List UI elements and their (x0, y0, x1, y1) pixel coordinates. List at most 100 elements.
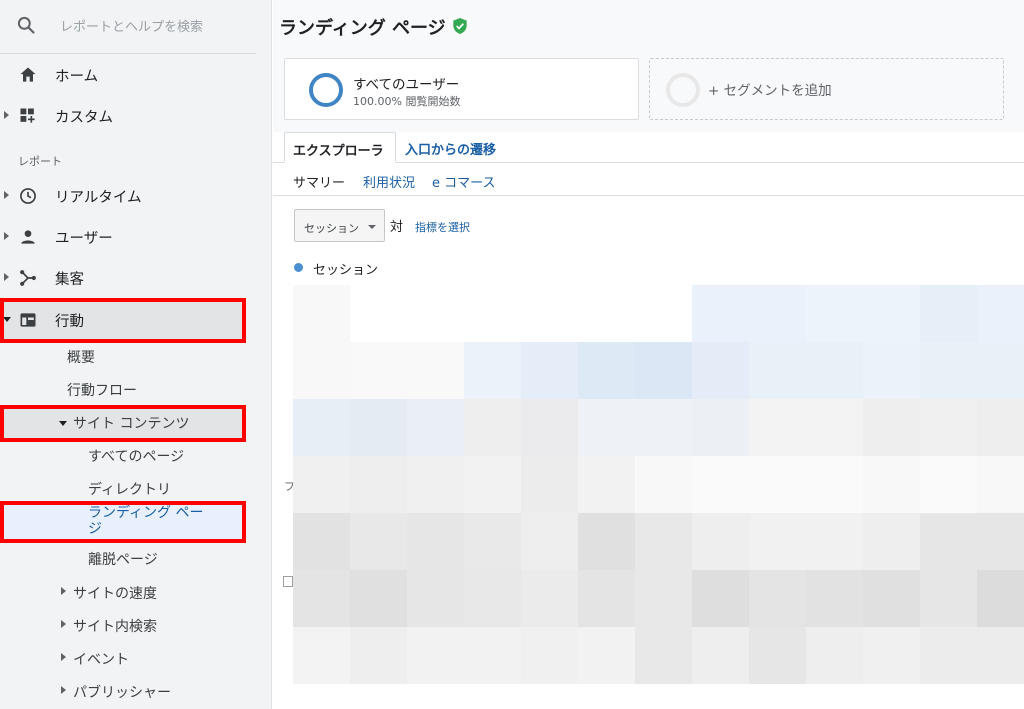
mosaic-cell (407, 285, 464, 342)
home-icon (20, 67, 36, 82)
mosaic-cell (293, 342, 350, 399)
mosaic-cell (350, 342, 407, 399)
mosaic-cell (863, 399, 920, 456)
mosaic-cell (464, 570, 521, 627)
mosaic-cell (806, 399, 863, 456)
sidebar-item-label: サイト内検索 (73, 619, 157, 635)
expand-arrow-icon (4, 191, 9, 199)
mosaic-cell (635, 570, 692, 627)
mosaic-cell (920, 342, 977, 399)
sidebar-item-realtime[interactable]: リアルタイム (0, 176, 256, 216)
sidebar-item-label: パブリッシャー (73, 685, 171, 701)
sidebar-item-exit-pages[interactable]: 離脱ページ (88, 549, 158, 569)
mosaic-cell (578, 627, 635, 684)
mosaic-cell (977, 570, 1024, 627)
tab-explorer[interactable]: エクスプローラ (284, 132, 396, 163)
sidebar-item-overview[interactable]: 概要 (67, 347, 95, 367)
mosaic-cell (749, 570, 806, 627)
mosaic-cell (863, 570, 920, 627)
subtab-ecommerce[interactable]: e コマース (432, 172, 495, 191)
report-search[interactable]: レポートとヘルプを検索 (0, 0, 256, 54)
select-metric-link[interactable]: 指標を選択 (415, 219, 470, 235)
sidebar-item-behavior-flow[interactable]: 行動フロー (67, 380, 137, 400)
subtab-summary[interactable]: サマリー (293, 172, 345, 191)
report-tabs: エクスプローラ 入口からの遷移 (273, 132, 1024, 163)
mosaic-cell (350, 399, 407, 456)
mosaic-cell (521, 513, 578, 570)
mosaic-cell (977, 456, 1024, 513)
versus-label: 対 (390, 220, 404, 235)
mosaic-cell (863, 285, 920, 342)
mosaic-cell (521, 285, 578, 342)
mosaic-cell (293, 570, 350, 627)
sidebar-item-directory[interactable]: ディレクトリ (88, 479, 171, 499)
page-title: ランディング ページ (279, 18, 446, 39)
mosaic-cell (521, 627, 578, 684)
mosaic-cell (464, 285, 521, 342)
sidebar-item-events[interactable]: イベント (0, 646, 244, 672)
person-icon (21, 230, 35, 244)
mosaic-cell (464, 627, 521, 684)
mosaic-cell (692, 513, 749, 570)
segment-all-users[interactable]: すべてのユーザー 100.00% 閲覧開始数 (284, 58, 639, 120)
mosaic-cell (977, 399, 1024, 456)
mosaic-cell (977, 513, 1024, 570)
mosaic-cell (407, 570, 464, 627)
mosaic-cell (806, 285, 863, 342)
mosaic-cell (863, 342, 920, 399)
sidebar-item-label: 集客 (55, 272, 84, 288)
mosaic-cell (920, 570, 977, 627)
report-header: ランディング ページ (273, 0, 1024, 48)
mosaic-cell (578, 570, 635, 627)
mosaic-cell (692, 285, 749, 342)
mosaic-cell (464, 513, 521, 570)
sidebar-item-label: サイトの速度 (73, 586, 157, 602)
sidebar-item-site-search[interactable]: サイト内検索 (0, 613, 244, 639)
mosaic-cell (635, 399, 692, 456)
mosaic-cell (350, 513, 407, 570)
mosaic-cell (692, 570, 749, 627)
verified-shield-icon (453, 18, 467, 34)
subtab-usage[interactable]: 利用状況 (363, 172, 415, 191)
mosaic-cell (806, 342, 863, 399)
mosaic-cell (806, 570, 863, 627)
metric-dropdown[interactable]: セッション (294, 209, 385, 242)
sidebar-item-home[interactable]: ホーム (0, 55, 256, 95)
mosaic-cell (464, 456, 521, 513)
sidebar-item-custom[interactable]: カスタム (0, 96, 256, 136)
search-icon (17, 16, 35, 34)
mosaic-cell (749, 285, 806, 342)
segment-bar: すべてのユーザー 100.00% 閲覧開始数 + セグメントを追加 (273, 48, 1024, 132)
tab-entrance-paths[interactable]: 入口からの遷移 (397, 132, 504, 163)
mosaic-cell (635, 456, 692, 513)
sidebar-item-label: リアルタイム (55, 190, 142, 206)
mosaic-cell (692, 456, 749, 513)
row-checkbox[interactable] (283, 576, 293, 587)
sidebar-item-all-pages[interactable]: すべてのページ (88, 446, 184, 466)
mosaic-cell (692, 342, 749, 399)
mosaic-cell (749, 627, 806, 684)
mosaic-cell (920, 456, 977, 513)
mosaic-cell (521, 399, 578, 456)
main-content: ランディング ページ すべてのユーザー 100.00% 閲覧開始数 + セグメン… (273, 0, 1024, 709)
dashboard-plus-icon (20, 108, 35, 123)
dropdown-caret-icon (368, 225, 376, 229)
mosaic-cell (464, 399, 521, 456)
expand-arrow-icon (4, 273, 9, 281)
annotation-red-box (0, 298, 246, 343)
expand-arrow-icon (61, 587, 66, 595)
mosaic-cell (350, 570, 407, 627)
mosaic-cell (578, 399, 635, 456)
mosaic-cell (863, 513, 920, 570)
legend-label: セッション (313, 263, 379, 278)
mosaic-cell (863, 627, 920, 684)
sidebar-item-acquisition[interactable]: 集客 (0, 258, 256, 298)
mosaic-cell (635, 513, 692, 570)
sidebar-item-site-speed[interactable]: サイトの速度 (0, 580, 244, 606)
sidebar-item-publisher[interactable]: パブリッシャー (0, 679, 244, 705)
sidebar-item-users[interactable]: ユーザー (0, 217, 256, 257)
mosaic-cell (578, 456, 635, 513)
mosaic-cell (806, 456, 863, 513)
annotation-red-box (0, 501, 246, 543)
add-segment-button[interactable]: + セグメントを追加 (649, 58, 1004, 120)
